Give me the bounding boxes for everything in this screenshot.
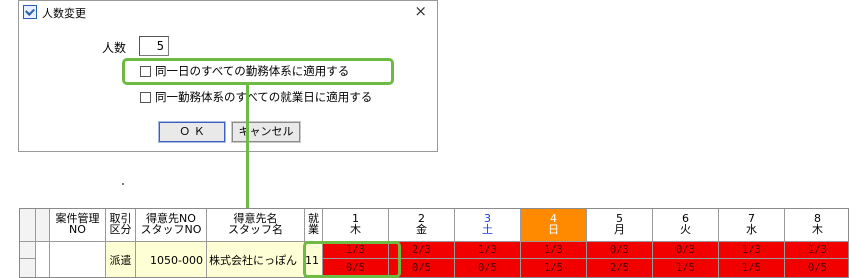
close-icon[interactable]: ×: [414, 2, 427, 20]
day-value-top[interactable]: 1/3: [719, 242, 785, 259]
day-of-week: 木: [350, 223, 361, 236]
corner-cell-2: [36, 209, 50, 242]
day-value-bottom[interactable]: 0/5: [785, 259, 848, 277]
day-of-week: 水: [746, 223, 757, 236]
day-value-top[interactable]: 1/3: [521, 242, 587, 259]
day-value-top[interactable]: 0/3: [653, 242, 719, 259]
header-client-no-line2: スタッフNO: [140, 223, 202, 236]
day-header[interactable]: 3土: [455, 209, 521, 242]
day-value-bottom[interactable]: 0/5: [389, 259, 455, 277]
apply-same-shift-checkbox-row[interactable]: 同一勤務体系のすべての就業日に適用する: [140, 90, 372, 104]
app-check-icon: [23, 5, 37, 19]
day-value-top[interactable]: 1/3: [323, 242, 389, 259]
headcount-change-dialog: 人数変更 × 人数 5 同一日のすべての勤務体系に適用する 同一勤務体系のすべて…: [18, 0, 438, 152]
header-case-no[interactable]: 案件管理 NO: [50, 209, 106, 242]
day-value-bottom[interactable]: 1/5: [521, 259, 587, 277]
day-of-week: 月: [614, 223, 625, 236]
day-of-week: 金: [416, 223, 427, 236]
headcount-input[interactable]: 5: [139, 36, 169, 56]
day-header[interactable]: 1木: [323, 209, 389, 242]
row-blank: [36, 242, 50, 277]
header-client-name[interactable]: 得意先名 スタッフ名: [207, 209, 305, 242]
day-header[interactable]: 8木: [785, 209, 848, 242]
day-value-bottom[interactable]: 2/5: [587, 259, 653, 277]
day-value-bottom[interactable]: 0/5: [455, 259, 521, 277]
ok-button[interactable]: Ｏ Ｋ: [158, 121, 226, 143]
header-deal-type[interactable]: 取引 区分: [106, 209, 136, 242]
header-work-line2: 業: [308, 223, 319, 236]
row-indicator-2[interactable]: [20, 259, 36, 277]
day-header[interactable]: 6火: [653, 209, 719, 242]
day-value-top[interactable]: 1/3: [455, 242, 521, 259]
header-case-no-line2: NO: [69, 223, 86, 236]
apply-same-shift-checkbox[interactable]: [140, 91, 151, 103]
header-client-name-line2: スタッフ名: [228, 223, 283, 236]
day-header[interactable]: 5月: [587, 209, 653, 242]
cell-client-no[interactable]: 1050-000: [136, 242, 207, 277]
day-value-top[interactable]: 0/3: [587, 242, 653, 259]
day-header[interactable]: 4日: [521, 209, 587, 242]
cell-client-name[interactable]: 株式会社にっぽん: [207, 242, 305, 277]
row-indicator[interactable]: [20, 242, 36, 259]
cell-deal-type[interactable]: 派遣: [106, 242, 136, 277]
header-work[interactable]: 就 業: [305, 209, 323, 242]
dialog-title: 人数変更: [42, 7, 86, 20]
day-of-week: 火: [680, 223, 691, 236]
apply-same-shift-label: 同一勤務体系のすべての就業日に適用する: [155, 90, 373, 104]
day-of-week: 日: [548, 223, 559, 236]
apply-same-day-checkbox[interactable]: [140, 65, 151, 77]
day-value-top[interactable]: 1/3: [785, 242, 848, 259]
stray-dot: [122, 183, 124, 185]
day-value-bottom[interactable]: 1/5: [719, 259, 785, 277]
day-of-week: 木: [812, 223, 823, 236]
apply-same-day-checkbox-row[interactable]: 同一日のすべての勤務体系に適用する: [140, 64, 349, 78]
day-header[interactable]: 7水: [719, 209, 785, 242]
dialog-titlebar: 人数変更 ×: [19, 1, 437, 23]
cell-case-no[interactable]: [50, 242, 106, 277]
day-header[interactable]: 2金: [389, 209, 455, 242]
day-value-bottom[interactable]: 0/5: [323, 259, 389, 277]
cancel-button[interactable]: キャンセル: [231, 121, 301, 143]
corner-cell: [20, 209, 36, 242]
day-value-top[interactable]: 2/3: [389, 242, 455, 259]
cell-work[interactable]: 11: [305, 242, 323, 277]
schedule-grid: 案件管理 NO 取引 区分 得意先NO スタッフNO 得意先名 スタッフ名 就 …: [19, 208, 849, 278]
headcount-label: 人数: [102, 41, 127, 55]
day-value-bottom[interactable]: 1/5: [653, 259, 719, 277]
header-deal-type-line2: 区分: [109, 223, 132, 236]
apply-same-day-label: 同一日のすべての勤務体系に適用する: [155, 64, 350, 78]
day-of-week: 土: [482, 223, 493, 236]
header-client-no[interactable]: 得意先NO スタッフNO: [136, 209, 207, 242]
